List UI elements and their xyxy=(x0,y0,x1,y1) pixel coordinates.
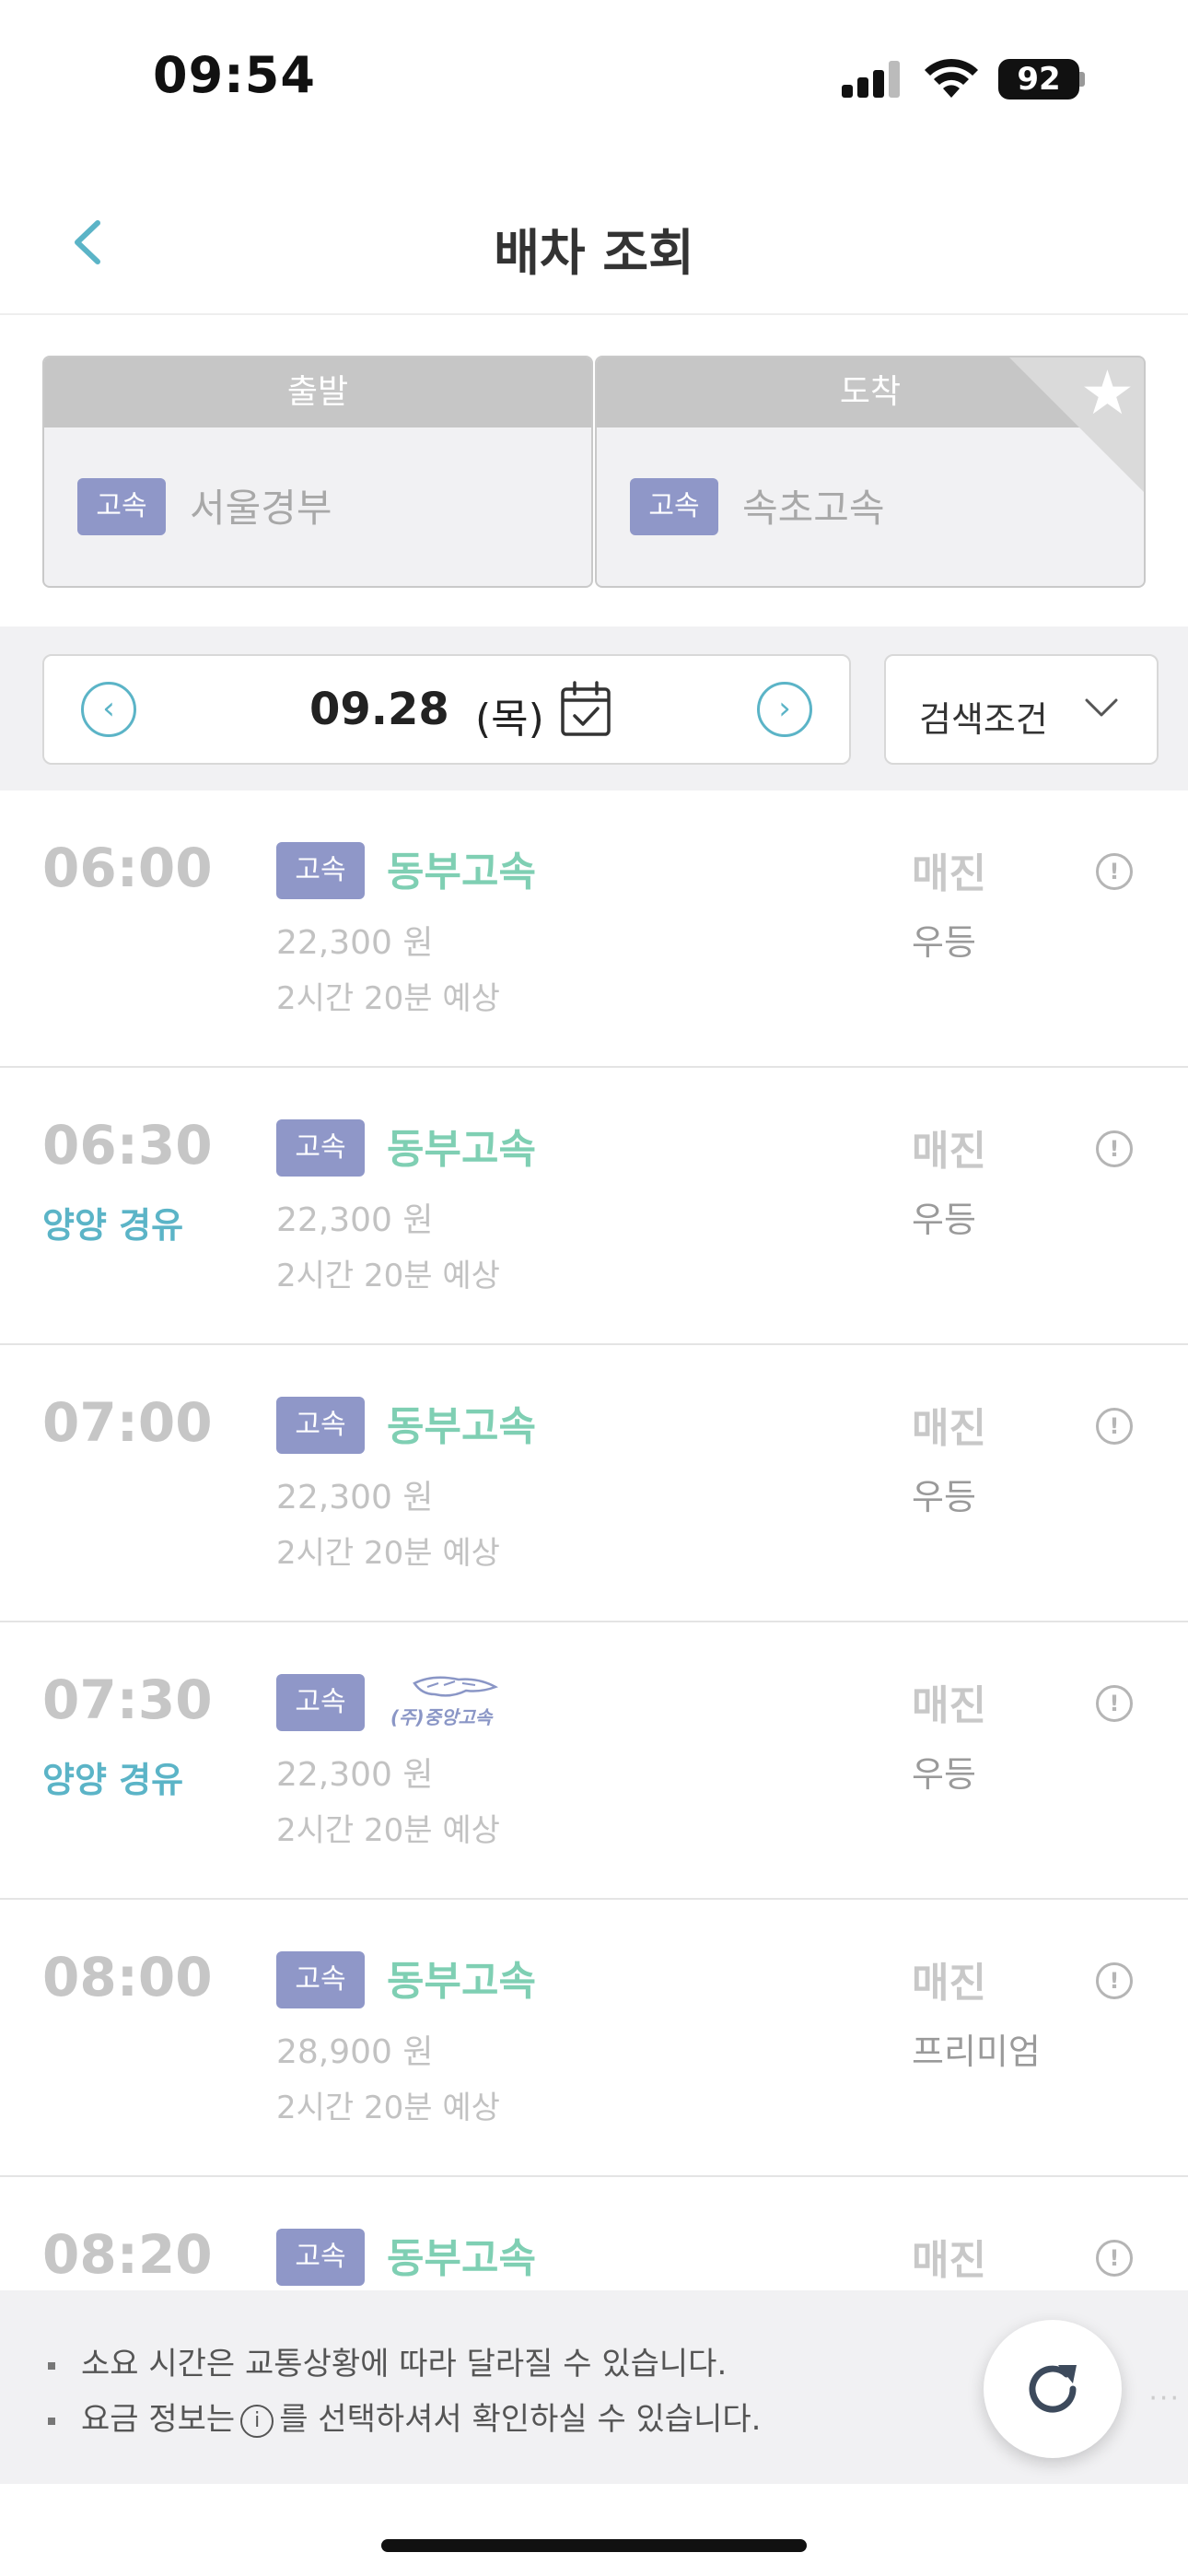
bus-type-badge: 고속 xyxy=(276,1397,365,1454)
departure-time: 07:30 xyxy=(42,1669,213,1731)
duration: 2시간 20분 예상 xyxy=(276,1812,500,1849)
list-item[interactable]: 08:00 고속 동부고속 28,900 원 2시간 20분 예상 매진 프리미… xyxy=(0,1900,1188,2177)
seat-status: 매진 xyxy=(912,850,986,897)
refresh-button[interactable] xyxy=(984,2320,1122,2458)
bus-list: 06:00 고속 동부고속 22,300 원 2시간 20분 예상 매진 우등 … xyxy=(0,790,1188,2454)
company-logo: (주)중앙고속 xyxy=(390,1676,498,1728)
notice-text-2b: 를 선택하셔서 확인하실 수 있습니다. xyxy=(279,2401,762,2438)
date-selector[interactable]: ‹ 09.28 (목) › xyxy=(42,654,851,765)
departure-time: 06:30 xyxy=(42,1114,213,1177)
fare: 22,300 원 xyxy=(276,1756,434,1794)
company-logo-text: (주)중앙고속 xyxy=(390,1706,494,1728)
status-bar: 09:54 92 xyxy=(0,0,1188,157)
company-name: 동부고속 xyxy=(387,1403,536,1450)
via-label: 양양 경유 xyxy=(42,1205,184,1246)
chevron-down-icon xyxy=(1085,698,1118,717)
date-text: 09.28 xyxy=(309,684,449,735)
notice-text-2a: 요금 정보는 xyxy=(81,2401,236,2438)
info-icon[interactable]: ! xyxy=(1096,2240,1133,2277)
departure-time: 07:00 xyxy=(42,1391,213,1454)
list-item[interactable]: 06:30 양양 경유 고속 동부고속 22,300 원 2시간 20분 예상 … xyxy=(0,1068,1188,1345)
home-indicator xyxy=(381,2539,807,2552)
search-condition-dropdown[interactable]: 검색조건 xyxy=(884,654,1159,765)
info-icon[interactable]: ! xyxy=(1096,1685,1133,1722)
info-icon[interactable]: ! xyxy=(1096,853,1133,890)
departure-time: 06:00 xyxy=(42,837,213,899)
fare: 28,900 원 xyxy=(276,2033,434,2071)
via-label: 양양 경유 xyxy=(42,1760,184,1800)
company-name: 동부고속 xyxy=(387,1126,536,1173)
bus-grade: 프리미엄 xyxy=(912,2032,1041,2072)
fare: 22,300 원 xyxy=(276,1479,434,1516)
bus-type-badge: 고속 xyxy=(276,2229,365,2286)
list-item[interactable]: 06:00 고속 동부고속 22,300 원 2시간 20분 예상 매진 우등 … xyxy=(0,790,1188,1068)
bus-type-badge: 고속 xyxy=(276,1674,365,1731)
bullet-icon xyxy=(48,2417,55,2425)
bus-grade: 우등 xyxy=(912,1200,976,1240)
notice-line-1: 소요 시간은 교통상황에 따라 달라질 수 있습니다. xyxy=(48,2338,727,2383)
seat-status: 매진 xyxy=(912,1405,986,1452)
list-item[interactable]: 07:30 양양 경유 고속 (주)중앙고속 22,300 원 2시간 20분 … xyxy=(0,1622,1188,1900)
info-icon: i xyxy=(240,2404,274,2438)
departure-time: 08:00 xyxy=(42,1946,213,2008)
bus-type-badge: 고속 xyxy=(276,1119,365,1177)
seat-status: 매진 xyxy=(912,2237,986,2284)
departure-terminal: 서울경부 xyxy=(190,486,332,531)
bus-type-badge: 고속 xyxy=(276,842,365,899)
status-time: 09:54 xyxy=(153,46,316,104)
battery-tip xyxy=(1079,72,1085,87)
company-name: 동부고속 xyxy=(387,1958,536,2005)
next-date-button[interactable]: › xyxy=(757,682,812,737)
seat-status: 매진 xyxy=(912,1682,986,1729)
departure-card[interactable]: 출발 고속 서울경부 xyxy=(42,356,593,588)
route-section: 출발 고속 서울경부 도착 고속 속초고속 ★ xyxy=(0,313,1188,626)
notice-line-2: 요금 정보는 i 를 선택하셔서 확인하실 수 있습니다. xyxy=(48,2394,761,2439)
departure-badge: 고속 xyxy=(77,478,166,535)
arrival-badge: 고속 xyxy=(630,478,718,535)
battery-icon: 92 xyxy=(998,59,1079,100)
info-icon[interactable]: ! xyxy=(1096,1130,1133,1167)
prev-date-button[interactable]: ‹ xyxy=(81,682,136,737)
duration: 2시간 20분 예상 xyxy=(276,1535,500,1572)
search-condition-label: 검색조건 xyxy=(919,699,1048,740)
departure-label: 출발 xyxy=(44,357,591,427)
info-icon[interactable]: ! xyxy=(1096,1962,1133,1999)
company-name: 동부고속 xyxy=(387,2235,536,2282)
duration: 2시간 20분 예상 xyxy=(276,2090,500,2126)
bus-type-badge: 고속 xyxy=(276,1951,365,2008)
arrival-card[interactable]: 도착 고속 속초고속 ★ xyxy=(595,356,1146,588)
duration: 2시간 20분 예상 xyxy=(276,980,500,1017)
signal-icon xyxy=(842,61,901,98)
bus-grade: 우등 xyxy=(912,1477,976,1517)
list-item[interactable]: 07:00 고속 동부고속 22,300 원 2시간 20분 예상 매진 우등 … xyxy=(0,1345,1188,1622)
info-icon[interactable]: ! xyxy=(1096,1408,1133,1445)
header: 배차 조회 xyxy=(0,175,1188,313)
departure-time: 08:20 xyxy=(42,2223,213,2286)
page-title: 배차 조회 xyxy=(494,224,694,282)
duration: 2시간 20분 예상 xyxy=(276,1258,500,1294)
fare: 22,300 원 xyxy=(276,1201,434,1239)
arrival-terminal: 속초고속 xyxy=(742,486,885,531)
bus-grade: 우등 xyxy=(912,1754,976,1795)
notice-panel: 소요 시간은 교통상황에 따라 달라질 수 있습니다. 요금 정보는 i 를 선택하… xyxy=(0,2290,1188,2484)
company-name: 동부고속 xyxy=(387,849,536,896)
weekday-text: (목) xyxy=(475,696,544,743)
fare: 22,300 원 xyxy=(276,924,434,962)
star-icon[interactable]: ★ xyxy=(1080,363,1135,424)
notice-text-1: 소요 시간은 교통상황에 따라 달라질 수 있습니다. xyxy=(81,2346,728,2383)
bus-grade: 우등 xyxy=(912,922,976,963)
seat-status: 매진 xyxy=(912,1960,986,2007)
calendar-icon[interactable] xyxy=(560,680,611,737)
bullet-icon xyxy=(48,2361,55,2370)
date-section: ‹ 09.28 (목) › 검색조건 xyxy=(0,626,1188,790)
refresh-icon xyxy=(1029,2365,1077,2413)
wifi-icon xyxy=(925,58,978,98)
seat-status: 매진 xyxy=(912,1128,986,1175)
more-dots-icon: ··· xyxy=(1148,2383,1181,2415)
